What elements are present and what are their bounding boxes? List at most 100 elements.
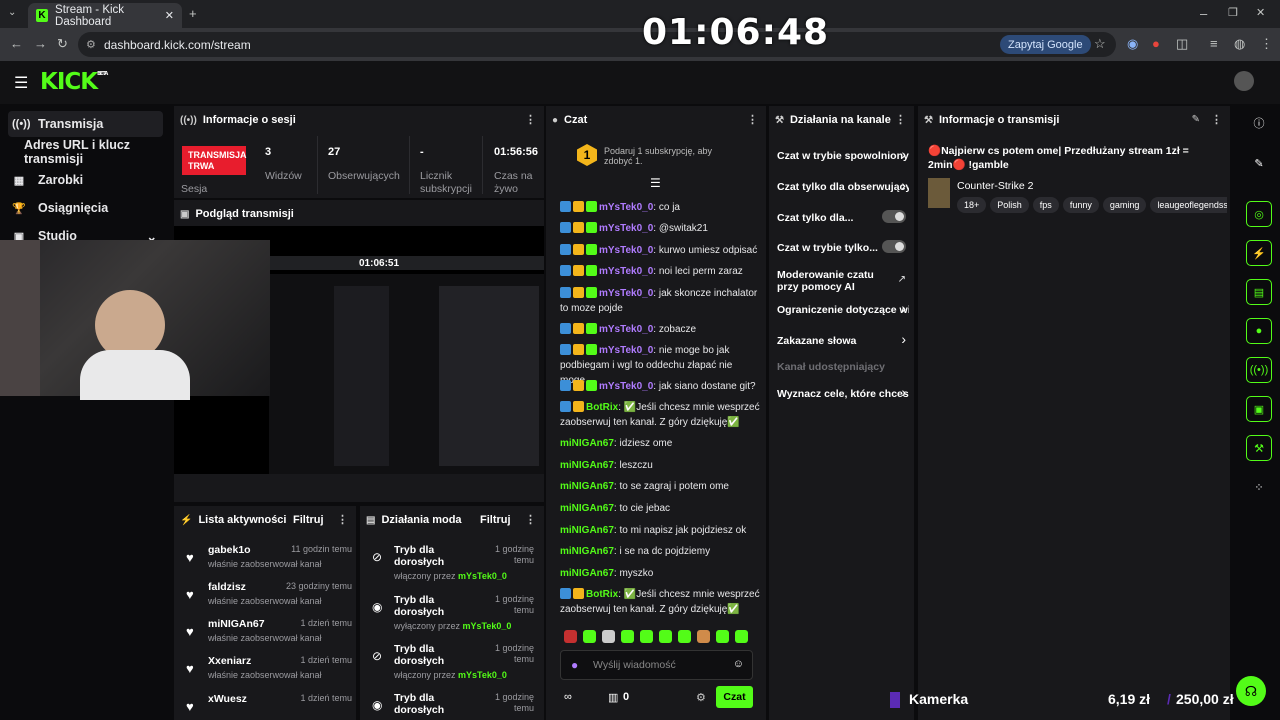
chat-username[interactable]: miNIGAn67 [560,481,614,492]
chat-icon[interactable]: ● [1246,318,1272,344]
chrome-menu-icon[interactable]: ⋮ [1260,36,1273,52]
chat-message: BotRix: ✅Jeśli chcesz mnie wesprzeć zaob… [560,588,760,615]
category-thumbnail[interactable] [928,178,950,208]
moderation-icon[interactable]: ◎ [1246,201,1272,227]
forward-icon[interactable]: → [34,36,47,51]
emote-only-toggle[interactable] [882,240,906,253]
chat-text: zobacze [658,324,697,335]
chat-username[interactable]: mYsTek0_0 [599,381,653,392]
chat-username[interactable]: mYsTek0_0 [599,266,653,277]
bookmark-star-icon[interactable]: ☆ [1094,36,1106,52]
emoji-icon[interactable]: ☺ [733,658,744,670]
chat-text: myszko [619,568,654,579]
banned-words-row[interactable]: Zakazane słowa [777,335,909,347]
chat-username[interactable]: miNIGAn67 [560,568,614,579]
chat-badge-icon [573,201,584,212]
activity-menu-icon[interactable]: ⋮ [337,513,348,526]
points-infinite-icon[interactable]: ∞ [564,691,572,703]
hamburger-menu-icon[interactable]: ☰ [14,73,28,93]
overlay-clock: 01:06:48 [642,12,830,53]
chat-username[interactable]: miNIGAn67 [560,525,614,536]
chat-username[interactable]: mYsTek0_0 [599,345,653,356]
chat-username[interactable]: BotRix [586,402,618,413]
chat-username[interactable]: mYsTek0_0 [599,288,653,299]
url-field[interactable]: ⚙ dashboard.kick.com/stream [78,32,1116,57]
followers-only-row[interactable]: Czat tylko dla obserwujących [777,181,909,193]
kick-logo[interactable]: KICKBETA [40,69,108,95]
new-tab-icon[interactable]: + [189,6,197,21]
close-tab-icon[interactable]: ✕ [165,9,174,22]
session-menu-icon[interactable]: ⋮ [525,113,536,126]
chat-username[interactable]: miNIGAn67 [560,460,614,471]
sidebar-item-broadcast[interactable]: ((•)) Transmisja [8,111,163,137]
subscribers-only-toggle[interactable] [882,210,906,223]
activity-header: ⚡ Lista aktywności [180,514,287,526]
chat-username[interactable]: mYsTek0_0 [599,223,653,234]
chat-badge-icon [586,323,597,334]
chat-username[interactable]: miNIGAn67 [560,438,614,449]
age-restriction-row[interactable]: Ograniczenie dotyczące wieku [777,304,909,316]
ask-google-button[interactable]: Zapytaj Google [1000,35,1091,54]
mod-action-item: ◉ Tryb dla dorosłych 1 godzinę temu [372,692,534,716]
activity-filter-button[interactable]: Filtruj [293,514,324,526]
broadcast-signal-icon[interactable]: ((•)) [1246,357,1272,383]
mod-actions-panel: ▤ Działania moda Filtruj ⋮ ⊘ Tryb dla doro… [360,506,544,720]
lightning-icon[interactable]: ⚡ [1246,240,1272,266]
chat-username[interactable]: miNIGAn67 [560,503,614,514]
close-window-icon[interactable]: ✕ [1256,6,1265,19]
sidebar-item-achievements[interactable]: 🏆 Osiągnięcia [8,195,163,221]
channel-menu-icon[interactable]: ⋮ [895,113,906,126]
extensions-puzzle-icon[interactable]: ◫ [1176,36,1188,52]
sidebar-item-earnings[interactable]: ▦ Zarobki [8,167,163,193]
chat-username[interactable]: mYsTek0_0 [599,324,653,335]
extension-icon[interactable]: ◉ [1127,36,1138,52]
user-avatar[interactable] [1234,71,1254,91]
stream-info-menu-icon[interactable]: ⋮ [1211,113,1222,126]
chat-username[interactable]: BotRix [586,589,618,600]
layout-icon[interactable]: ▣ [1246,396,1272,422]
category-name[interactable]: Counter-Strike 2 [957,180,1033,192]
back-icon[interactable]: ← [10,36,23,51]
sidebar-item-stream-url[interactable]: Adres URL i klucz transmisji [8,138,163,166]
tab-list-icon[interactable]: ⌄ [8,7,16,18]
tools-icon[interactable]: ⚒ [1246,435,1272,461]
chat-message: mYsTek0_0: noi leci perm zaraz [560,264,760,279]
chat-username[interactable]: miNIGAn67 [560,546,614,557]
browser-tab[interactable]: K Stream - Kick Dashboard ✕ [28,3,182,28]
edit-pencil-icon[interactable]: ✎ [1192,114,1200,125]
site-info-icon[interactable]: ⚙ [86,38,96,51]
document-icon[interactable]: ▤ [1246,279,1272,305]
chat-pin-icon[interactable]: ☰ [650,176,661,190]
edit-icon[interactable]: ✎ [1246,150,1272,176]
info-icon[interactable]: ⓘ [1246,110,1272,136]
channel-actions-panel: ⚒ Działania na kanale ⋮ Czat w trybie spo… [769,106,914,720]
eye-icon: ◉ [372,600,383,614]
mod-menu-icon[interactable]: ⋮ [525,513,536,526]
chat-input[interactable]: ● Wyślij wiadomość ☺ [560,650,753,680]
broadcast-icon: ((•)) [12,118,31,130]
support-chat-button[interactable]: ☊ [1236,676,1266,706]
donation-amount: 6,19 zł [1108,691,1151,707]
record-extension-icon[interactable]: ● [1152,36,1160,51]
chat-username[interactable]: mYsTek0_0 [599,245,653,256]
reload-icon[interactable]: ↻ [57,36,68,52]
apps-icon[interactable]: ⁘ [1246,474,1272,500]
chat-settings-icon[interactable]: ⚙ [696,691,706,704]
chat-username[interactable]: mYsTek0_0 [599,202,653,213]
chat-menu-icon[interactable]: ⋮ [747,113,758,126]
emote-bar[interactable] [564,630,764,648]
restore-icon[interactable]: ❐ [1228,6,1238,19]
chat-badge-icon [560,201,571,212]
profile-icon[interactable]: ◍ [1234,36,1245,52]
chat-badge-icon [586,287,597,298]
microphone-icon[interactable]: ● [571,658,578,672]
slow-mode-row[interactable]: Czat w trybie spowolnionym [777,150,909,162]
set-goals-row[interactable]: Wyznacz cele, które chcesz [777,388,909,400]
send-chat-button[interactable]: Czat [716,686,753,708]
mod-filter-button[interactable]: Filtruj [480,514,511,526]
chest-icon[interactable]: ▥ [608,691,618,704]
ai-moderation-row[interactable]: Moderowanie czatu przy pomocy AI [777,269,892,293]
chat-message: miNIGAn67: leszczu [560,460,653,471]
media-icon[interactable]: ≡ [1210,36,1218,51]
minimize-icon[interactable]: – [1200,6,1207,21]
